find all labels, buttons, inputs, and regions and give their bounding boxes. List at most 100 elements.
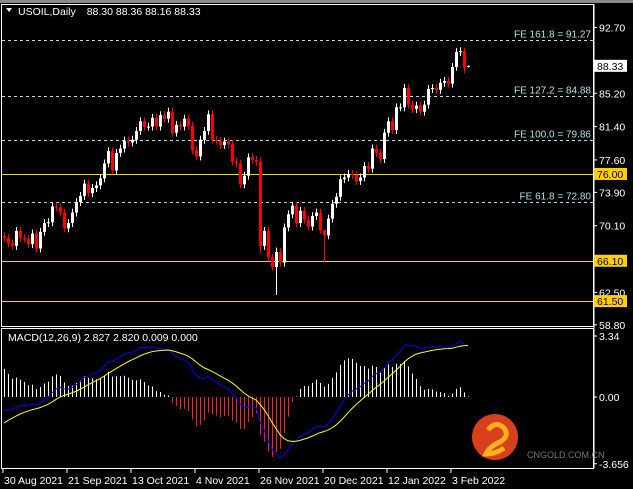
candle [111,147,114,175]
candle-body [259,161,262,246]
candle-body [131,139,134,143]
date-label: 20 Dec 2021 [324,475,384,487]
candle-body [271,257,274,267]
candle-body [55,206,58,208]
candle-body [411,104,414,110]
candle-body [347,173,350,178]
candle-body [431,88,434,90]
macd-tick-label: -3.656 [599,459,629,471]
candle-body [307,219,310,227]
candle [371,144,374,173]
candle-body [295,205,298,224]
candle-body [303,210,306,220]
candle-body [375,148,378,153]
candle-body [355,174,358,181]
fib-label: FE 100.0 = 79.86 [514,130,591,141]
candle-body [423,104,426,112]
candle-body [287,214,290,228]
candle-body [95,185,98,188]
fib-label: FE 61.8 = 72.80 [520,192,592,203]
price-tick-label: 81.40 [599,122,625,134]
candle-body [419,105,422,112]
price-tick-label: 85.20 [599,88,625,100]
price-chart[interactable]: CNGOLD.COM.CN FE 161.8 = 91.27 FE 127.2 =… [0,0,633,489]
candle-body [371,148,374,169]
candle-body [159,115,162,127]
candle-body [291,205,294,215]
macd-header: MACD(12,26,9) 2.827 2.820 0.009 0.000 [8,332,198,344]
candle-body [463,51,466,68]
candle-body [211,114,214,140]
candle-body [363,166,366,178]
date-label: 30 Aug 2021 [4,475,63,487]
candle-body [191,125,194,151]
price-tick-label: 73.90 [599,187,625,199]
date-label: 26 Nov 2021 [260,475,320,487]
symbol-name: USOIL,Daily [18,6,77,18]
candle-body [323,230,326,236]
candle-body [451,66,454,84]
candle-body [7,237,10,244]
candle-body [215,139,218,141]
level-price-label: 66.10 [597,256,623,268]
date-label: 12 Jan 2022 [388,475,446,487]
candle-body [15,230,18,246]
candle-body [59,207,62,213]
candle-body [35,233,38,249]
candle-body [343,177,346,180]
candle-body [279,252,282,263]
candle-body [327,218,330,236]
candle-body [135,130,138,140]
candle-body [195,150,198,157]
candle-body [335,196,338,204]
candle [283,223,286,267]
candle-body [139,121,142,131]
candle-body [203,130,206,140]
candle-body [155,117,158,127]
price-tick-label: 70.10 [599,221,625,233]
level-price-label: 76.00 [597,169,623,181]
candle-body [391,121,394,131]
candle-body [43,223,46,232]
candle-body [3,236,6,238]
candle-body [443,80,446,83]
candle-body [319,212,322,231]
candle-body [199,139,202,157]
date-label: 13 Oct 2021 [132,475,189,487]
candle-body [107,151,110,164]
candle-body [403,88,406,108]
candle [171,107,174,137]
price-tick-label: 77.60 [599,155,625,167]
candle-body [235,161,238,164]
candle-body [151,117,154,127]
symbol-header: USOIL,Daily 88.30 88.36 88.16 88.33 [18,6,201,18]
candle [403,84,406,112]
candle-body [351,173,354,175]
candle-body [47,222,50,224]
candle-body [383,132,386,160]
candle-body [11,243,14,246]
level-price-label: 61.50 [597,296,623,308]
candle-body [119,148,122,153]
candle [259,157,262,253]
candle-body [219,140,222,146]
candle-body [143,121,146,127]
candle-body [339,179,342,197]
macd-tick-label: 3.34 [599,331,620,343]
candle-body [163,115,166,119]
candle-body [179,124,182,127]
candle-body [115,152,118,171]
candle-body [367,166,370,169]
candle-body [75,202,78,213]
candle-body [315,212,318,217]
candle-body [71,212,74,224]
candle-body [67,223,70,229]
price-tick-label: 92.70 [599,23,625,35]
candle-body [87,183,90,194]
candle-body [387,121,390,133]
candle-body [127,140,130,143]
candle-body [239,163,242,185]
candle-body [255,159,258,162]
current-price-label: 88.33 [597,61,623,73]
candle-body [183,118,186,127]
